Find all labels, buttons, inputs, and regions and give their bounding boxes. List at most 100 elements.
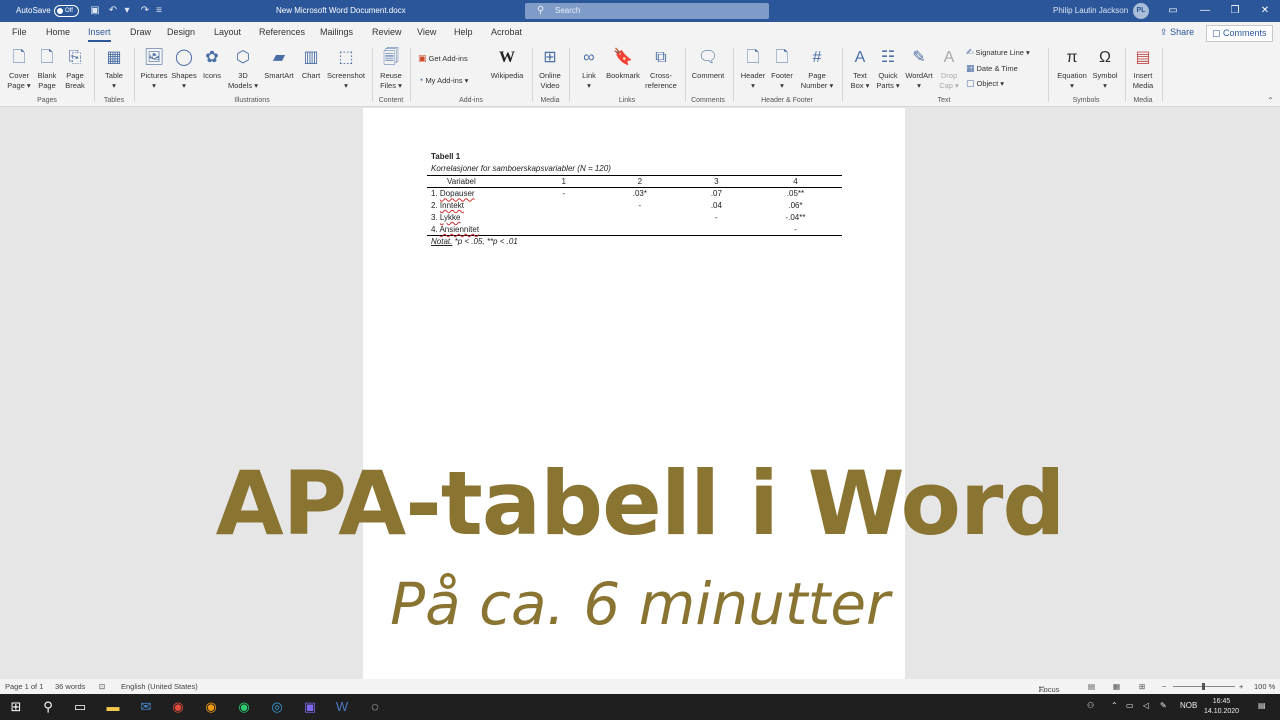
save-icon[interactable]: ▣ [88, 4, 102, 18]
restore-icon[interactable]: ❐ [1225, 2, 1245, 20]
tab-mailings[interactable]: Mailings [320, 27, 353, 37]
online-video-button[interactable]: ⊞ Online Video [536, 47, 564, 91]
cover-page-button[interactable]: 🗋 Cover Page ▾ [6, 47, 32, 91]
undo-icon[interactable]: ↶ [106, 4, 120, 18]
tab-layout[interactable]: Layout [214, 27, 241, 37]
drop-cap-button[interactable]: A Drop Cap ▾ [936, 47, 962, 91]
chrome-icon[interactable]: ◉ [169, 698, 187, 716]
group-divider [842, 48, 843, 102]
zoom-in-icon[interactable]: + [1239, 682, 1243, 691]
tab-insert[interactable]: Insert [88, 27, 111, 42]
header-button[interactable]: 🗋 Header ▾ [738, 47, 768, 91]
object-button[interactable]: ▢ Object ▾ [966, 78, 1004, 89]
screenshot-button[interactable]: ⬚ Screenshot ▾ [325, 47, 367, 91]
minimize-icon[interactable]: — [1195, 2, 1215, 20]
signature-line-button[interactable]: ✍ Signature Line ▾ [966, 47, 1030, 58]
3d-models-button[interactable]: ⬡ 3D Models ▾ [226, 47, 260, 91]
my-add-ins-button[interactable]: ◔ My Add-ins ▾ [418, 75, 468, 85]
tab-file[interactable]: File [12, 27, 27, 37]
footer-button[interactable]: 🗋 Footer ▾ [768, 47, 796, 91]
word-icon[interactable]: W [333, 698, 351, 716]
document-title[interactable]: New Microsoft Word Document.docx [276, 6, 406, 15]
zoom-out-icon[interactable]: − [1162, 682, 1166, 691]
page-break-button[interactable]: ⎘ Page Break [62, 47, 88, 91]
autosave-toggle[interactable]: Off [54, 5, 79, 17]
blank-page-button[interactable]: 🗋 Blank Page [34, 47, 60, 91]
page-number-button[interactable]: # Page Number ▾ [798, 47, 836, 91]
shapes-button[interactable]: ◯ Shapes ▾ [170, 47, 198, 91]
new-comment-button[interactable]: 🗨 Comment [688, 47, 728, 81]
store-icon: ▣ [418, 53, 427, 63]
word-count[interactable]: 36 words [55, 682, 85, 691]
cross-reference-button[interactable]: ⧉ Cross-reference [643, 47, 679, 91]
mail-icon[interactable]: ✉ [137, 698, 155, 716]
page-count[interactable]: Page 1 of 1 [5, 682, 43, 691]
windows-start-icon[interactable]: ⊞ [7, 698, 25, 716]
user-name[interactable]: Philip Lautin Jackson [1053, 6, 1128, 15]
tab-home[interactable]: Home [46, 27, 70, 37]
insert-media-button[interactable]: ▤ Insert Media [1128, 47, 1158, 91]
obs-recorder-icon[interactable]: ◌ [366, 698, 384, 716]
smartart-button[interactable]: ▰ SmartArt [262, 47, 296, 81]
shapes-icon: ◯ [175, 49, 193, 66]
equation-button[interactable]: π Equation ▾ [1054, 47, 1090, 91]
column-header: 1 [531, 175, 596, 188]
notifications-icon[interactable]: ▤ [1258, 701, 1266, 710]
quick-parts-icon: ☷ [880, 49, 896, 66]
symbol-button[interactable]: Ω Symbol ▾ [1089, 47, 1121, 91]
firefox-icon[interactable]: ◉ [202, 698, 220, 716]
avatar[interactable]: PL [1133, 3, 1149, 19]
wordart-button[interactable]: ✎ WordArt ▾ [902, 47, 936, 91]
proofing-icon[interactable]: ⊡ [99, 682, 105, 691]
search-icon[interactable]: ⚲ [39, 698, 57, 716]
people-icon[interactable]: ⚇ [1087, 701, 1094, 710]
undo-dropdown-icon[interactable]: ▾ [120, 4, 134, 18]
zoom-slider-thumb[interactable] [1202, 683, 1205, 690]
tab-acrobat[interactable]: Acrobat [491, 27, 522, 37]
input-language[interactable]: NOB [1180, 701, 1197, 710]
task-view-icon[interactable]: ▭ [71, 698, 89, 716]
tray-chevron-icon[interactable]: ⌃ [1111, 701, 1118, 710]
tab-design[interactable]: Design [167, 27, 195, 37]
tab-review[interactable]: Review [372, 27, 402, 37]
date-time-button[interactable]: ▦ Date & Time [966, 63, 1018, 74]
quick-parts-button[interactable]: ☷ Quick Parts ▾ [874, 47, 902, 91]
customize-toolbar-icon[interactable]: ≡ [152, 4, 166, 18]
pen-icon[interactable]: ✎ [1160, 701, 1167, 710]
get-add-ins-button[interactable]: ▣ Get Add-ins [418, 53, 468, 64]
bookmark-button[interactable]: 🔖 Bookmark [603, 47, 643, 81]
read-mode-icon[interactable]: ▤ [1088, 682, 1095, 691]
search-box[interactable]: ⚲ Search [525, 3, 769, 19]
print-layout-icon[interactable]: ▦ [1113, 682, 1120, 691]
web-layout-icon[interactable]: ⊞ [1139, 682, 1145, 691]
redo-icon[interactable]: ↷ [138, 4, 152, 18]
share-button[interactable]: ⇪ Share [1156, 25, 1198, 40]
signature-icon: ✍ [966, 47, 974, 57]
link-button[interactable]: ∞ Link ▾ [576, 47, 602, 91]
volume-icon[interactable]: ◁ [1143, 701, 1149, 710]
collapse-ribbon-icon[interactable]: ⌃ [1267, 96, 1274, 105]
table-button[interactable]: ▦ Table ▾ [100, 47, 128, 91]
ribbon-display-icon[interactable]: ▭ [1163, 2, 1183, 20]
reuse-files-button[interactable]: 🗐 Reuse Files ▾ [376, 47, 406, 91]
app-icon[interactable]: ◎ [268, 698, 286, 716]
battery-icon[interactable]: ▭ [1126, 701, 1134, 710]
zoom-level[interactable]: 100 % [1254, 682, 1275, 691]
chart-button[interactable]: ▥ Chart [298, 47, 324, 81]
wikipedia-button[interactable]: W Wikipedia [488, 47, 526, 81]
tab-draw[interactable]: Draw [130, 27, 151, 37]
system-clock[interactable]: 16:45 14.10.2020 [1204, 697, 1239, 717]
pictures-button[interactable]: 🖼 Pictures ▾ [139, 47, 169, 91]
file-explorer-icon[interactable]: ▬ [104, 698, 122, 716]
apa-table[interactable]: Variabel 1 2 3 4 1. Dopauser - .03* .07 … [427, 175, 842, 236]
text-box-button[interactable]: A Text Box ▾ [846, 47, 874, 91]
icons-button[interactable]: ✿ Icons [200, 47, 224, 81]
teams-icon[interactable]: ▣ [301, 698, 319, 716]
tab-view[interactable]: View [417, 27, 436, 37]
language-indicator[interactable]: English (United States) [121, 682, 198, 691]
close-icon[interactable]: ✕ [1255, 2, 1275, 20]
tab-help[interactable]: Help [454, 27, 473, 37]
tab-references[interactable]: References [259, 27, 305, 37]
edge-icon[interactable]: ◉ [235, 698, 253, 716]
comments-button[interactable]: ▢ Comments [1206, 25, 1273, 42]
